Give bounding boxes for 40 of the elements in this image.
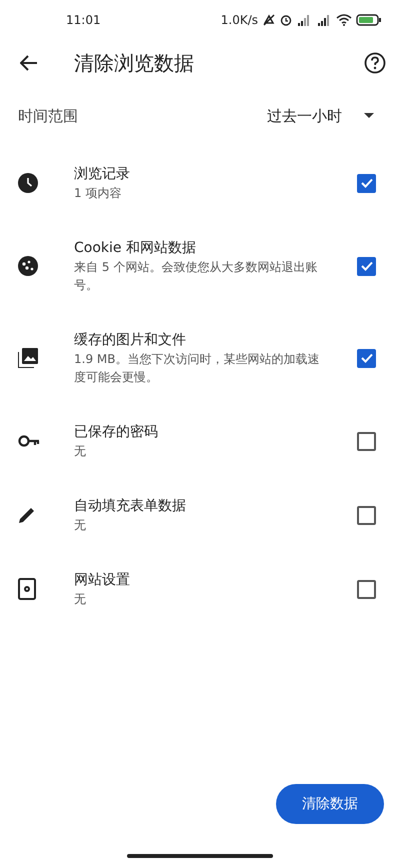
option-title: 网站设置 <box>74 571 131 590</box>
option-title: Cookie 和网站数据 <box>74 239 197 258</box>
checkbox[interactable] <box>357 348 376 368</box>
option-description: 无 <box>74 443 87 460</box>
status-time: 11:01 <box>66 13 101 27</box>
wifi-icon <box>336 14 352 26</box>
check-icon <box>360 178 372 188</box>
caret-icon <box>364 113 374 119</box>
back-arrow-icon[interactable] <box>20 55 38 71</box>
checkbox[interactable] <box>357 580 376 598</box>
help-icon[interactable] <box>364 52 386 74</box>
option-description: 无 <box>74 591 87 608</box>
option-description: 1.9 MB。当您下次访问时，某些网站的加载速度可能会更慢。 <box>74 351 320 386</box>
time-range-dropdown[interactable]: 过去一小时 <box>267 106 374 126</box>
network-speed: 1.0K/s <box>220 13 258 27</box>
image-gallery-icon <box>18 348 38 368</box>
signal-icon <box>296 14 312 26</box>
option-description: 1 项内容 <box>74 185 122 202</box>
alarm-icon <box>280 14 292 26</box>
checkbox[interactable] <box>357 174 376 192</box>
clock-icon <box>18 173 38 193</box>
option-description: 无 <box>74 517 87 534</box>
option-title: 缓存的图片和文件 <box>74 331 187 350</box>
checkbox[interactable] <box>357 432 376 450</box>
clear-data-button[interactable]: 清除数据 <box>276 784 384 824</box>
pencil-icon <box>18 506 36 524</box>
option-title: 浏览记录 <box>74 165 131 184</box>
option-title: 自动填充表单数据 <box>74 497 187 516</box>
page-title: 清除浏览数据 <box>74 50 195 76</box>
option-description: 来自 5 个网站。会致使您从大多数网站退出账号。 <box>74 259 318 294</box>
battery-icon <box>356 14 382 26</box>
check-icon <box>360 261 372 271</box>
option-title: 已保存的密码 <box>74 423 159 442</box>
cookie-icon <box>18 256 38 276</box>
signal-icon <box>316 14 332 26</box>
checkbox[interactable] <box>357 256 376 276</box>
check-icon <box>360 353 372 363</box>
time-range-label: 时间范围 <box>18 106 78 126</box>
checkbox[interactable] <box>357 506 376 524</box>
key-icon <box>18 435 40 447</box>
